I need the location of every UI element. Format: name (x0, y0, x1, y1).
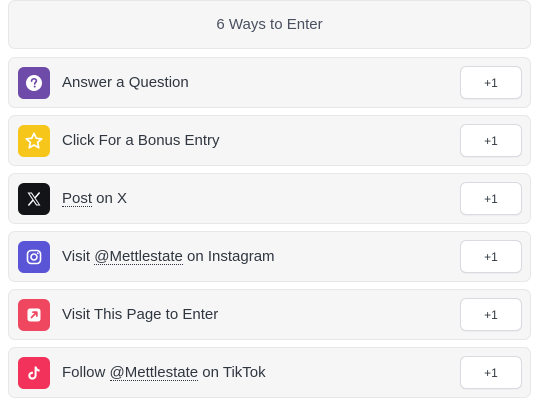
entry-post-on-x[interactable]: Post on X +1 (8, 173, 531, 224)
header-title: 6 Ways to Enter (216, 16, 323, 33)
external-link-icon (18, 299, 50, 331)
entry-label: Follow @Mettlestate on TikTok (62, 348, 266, 397)
entry-tiktok[interactable]: Follow @Mettlestate on TikTok +1 (8, 347, 531, 398)
entry-label-suffix: on Instagram (182, 248, 275, 265)
entry-bonus[interactable]: Click For a Bonus Entry +1 (8, 115, 531, 166)
plus-one-button[interactable]: +1 (460, 298, 522, 331)
tiktok-icon (18, 357, 50, 389)
entry-label: Answer a Question (62, 74, 189, 91)
plus-one-button[interactable]: +1 (460, 182, 522, 215)
entry-answer-question[interactable]: Answer a Question +1 (8, 57, 531, 108)
handle-link[interactable]: @Mettlestate (94, 249, 183, 265)
entry-label: Click For a Bonus Entry (62, 132, 220, 149)
entry-label-prefix: Follow (62, 364, 110, 381)
plus-one-button[interactable]: +1 (460, 66, 522, 99)
plus-one-button[interactable]: +1 (460, 240, 522, 273)
handle-link[interactable]: @Mettlestate (109, 365, 199, 381)
plus-one-button[interactable]: +1 (460, 124, 522, 157)
entry-label-link[interactable]: Post (62, 191, 93, 207)
ways-to-enter-header: 6 Ways to Enter (8, 0, 531, 49)
question-icon (18, 67, 50, 99)
entry-label: Visit @Mettlestate on Instagram (62, 232, 275, 281)
plus-one-button[interactable]: +1 (460, 356, 522, 389)
x-logo-icon (18, 183, 50, 215)
entry-label: Visit This Page to Enter (62, 306, 219, 323)
entry-instagram[interactable]: Visit @Mettlestate on Instagram +1 (8, 231, 531, 282)
entry-label: Post on X (62, 174, 127, 223)
star-icon (18, 125, 50, 157)
entry-label-prefix: Visit (62, 248, 95, 265)
instagram-icon (18, 241, 50, 273)
entry-visit-page[interactable]: Visit This Page to Enter +1 (8, 289, 531, 340)
entry-label-suffix: on X (92, 190, 128, 207)
entry-label-suffix: on TikTok (198, 364, 266, 381)
